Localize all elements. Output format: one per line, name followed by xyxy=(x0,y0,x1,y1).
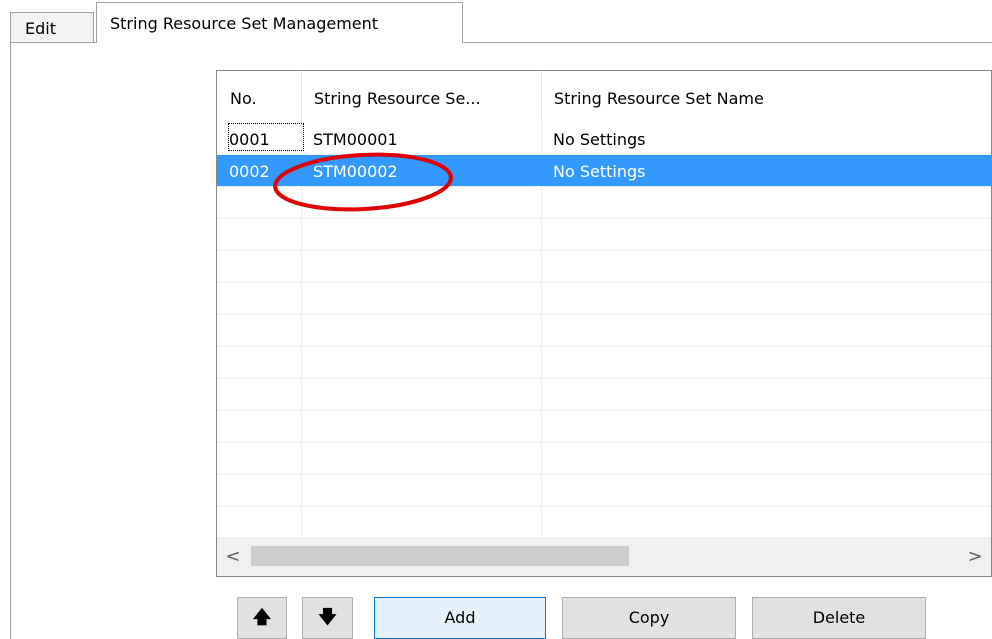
table-row[interactable]: 0001 STM00001 No Settings xyxy=(217,123,991,155)
tab-string-resource-set-management[interactable]: String Resource Set Management xyxy=(96,2,463,42)
empty-row xyxy=(217,443,991,475)
move-up-button[interactable]: 🡅 xyxy=(237,597,287,639)
add-button[interactable]: Add xyxy=(374,597,546,639)
empty-row xyxy=(217,475,991,507)
window: Edit String Resource Set Management No. … xyxy=(0,0,992,639)
panel-border xyxy=(10,42,11,639)
cell-id: STM00002 xyxy=(313,162,398,181)
copy-button[interactable]: Copy xyxy=(562,597,736,639)
empty-row xyxy=(217,347,991,379)
chevron-left-icon[interactable]: < xyxy=(219,537,247,576)
arrow-down-icon: 🡇 xyxy=(318,607,337,628)
empty-row xyxy=(217,379,991,411)
tab-strip-line xyxy=(462,42,992,43)
empty-row xyxy=(217,411,991,443)
horizontal-scrollbar[interactable]: < > xyxy=(217,537,991,576)
delete-button[interactable]: Delete xyxy=(752,597,926,639)
scrollbar-thumb[interactable] xyxy=(251,546,629,566)
cell-name: No Settings xyxy=(553,130,646,149)
column-header-no[interactable]: No. xyxy=(217,71,301,123)
table-row-selected[interactable]: 0002 STM00002 No Settings xyxy=(217,155,991,187)
cell-name: No Settings xyxy=(553,162,646,181)
tab-edit-label: Edit xyxy=(25,19,56,38)
focus-rectangle xyxy=(228,123,304,151)
cell-id: STM00001 xyxy=(313,130,398,149)
tab-string-resource-set-management-label: String Resource Set Management xyxy=(110,14,379,33)
move-down-button[interactable]: 🡇 xyxy=(302,597,353,639)
string-resource-set-list[interactable]: No. String Resource Se... String Resourc… xyxy=(216,70,992,577)
empty-row xyxy=(217,283,991,315)
empty-row xyxy=(217,219,991,251)
empty-row xyxy=(217,507,991,539)
chevron-right-icon[interactable]: > xyxy=(961,537,989,576)
column-header-no-label: No. xyxy=(230,89,257,108)
column-header-string-resource-set-id-label: String Resource Se... xyxy=(314,89,481,108)
tab-edit[interactable]: Edit xyxy=(10,12,94,42)
column-header-string-resource-set-id[interactable]: String Resource Se... xyxy=(301,71,541,123)
arrow-up-icon: 🡅 xyxy=(252,607,272,628)
empty-row xyxy=(217,187,991,219)
tab-strip-line xyxy=(10,42,97,43)
column-header-string-resource-set-name-label: String Resource Set Name xyxy=(554,89,764,108)
empty-row xyxy=(217,315,991,347)
column-header-string-resource-set-name[interactable]: String Resource Set Name xyxy=(541,71,991,123)
list-header: No. String Resource Se... String Resourc… xyxy=(217,71,991,123)
cell-no: 0002 xyxy=(229,162,270,181)
empty-row xyxy=(217,251,991,283)
